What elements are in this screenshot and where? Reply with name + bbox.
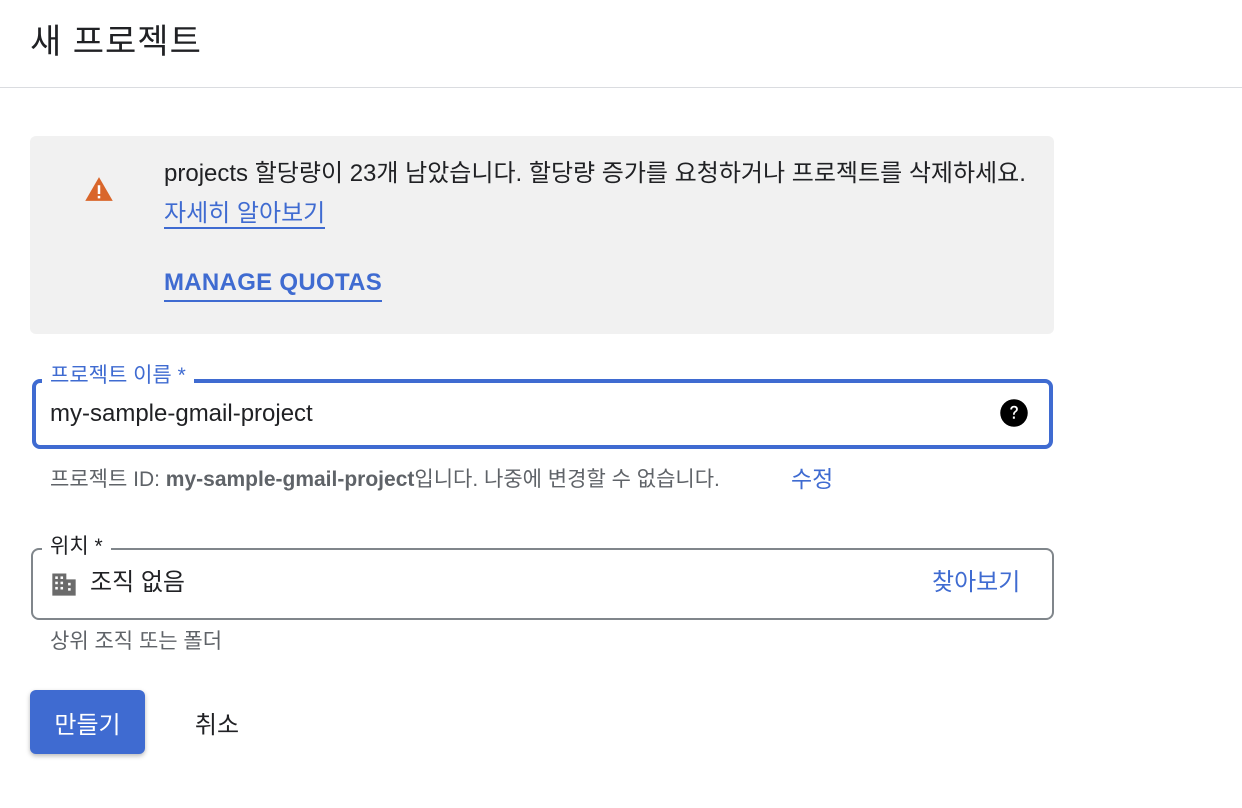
project-id-prefix: 프로젝트 ID:: [50, 468, 166, 491]
page-title: 새 프로젝트: [30, 23, 202, 61]
location-hint: 상위 조직 또는 폴더: [50, 630, 223, 653]
help-icon[interactable]: [999, 398, 1029, 428]
cancel-button[interactable]: 취소: [170, 690, 264, 754]
edit-project-id-link[interactable]: 수정: [791, 464, 833, 494]
project-id-suffix: 입니다. 나중에 변경할 수 없습니다.: [414, 468, 720, 491]
location-value: 조직 없음: [90, 569, 185, 596]
browse-location-button[interactable]: 찾아보기: [932, 567, 1020, 599]
project-id-value: my-sample-gmail-project: [165, 468, 415, 491]
organization-icon: [52, 573, 76, 596]
quota-message-text: projects 할당량이 23개 남았습니다. 할당량 증가를 요청하거나 프…: [164, 160, 1026, 187]
create-button[interactable]: 만들기: [30, 690, 145, 754]
learn-more-link[interactable]: 자세히 알아보기: [164, 200, 326, 229]
page-header: 새 프로젝트: [0, 0, 1242, 88]
quota-notice: projects 할당량이 23개 남았습니다. 할당량 증가를 요청하거나 프…: [30, 136, 1054, 334]
project-name-label: 프로젝트 이름 *: [42, 362, 194, 390]
quota-message: projects 할당량이 23개 남았습니다. 할당량 증가를 요청하거나 프…: [164, 154, 1034, 234]
manage-quotas-link[interactable]: MANAGE QUOTAS: [164, 266, 383, 302]
project-name-input[interactable]: [50, 398, 950, 430]
location-label: 위치 *: [42, 533, 111, 561]
project-id-hint: 프로젝트 ID: my-sample-gmail-project입니다. 나중에…: [50, 466, 720, 494]
warning-icon: [85, 177, 113, 201]
